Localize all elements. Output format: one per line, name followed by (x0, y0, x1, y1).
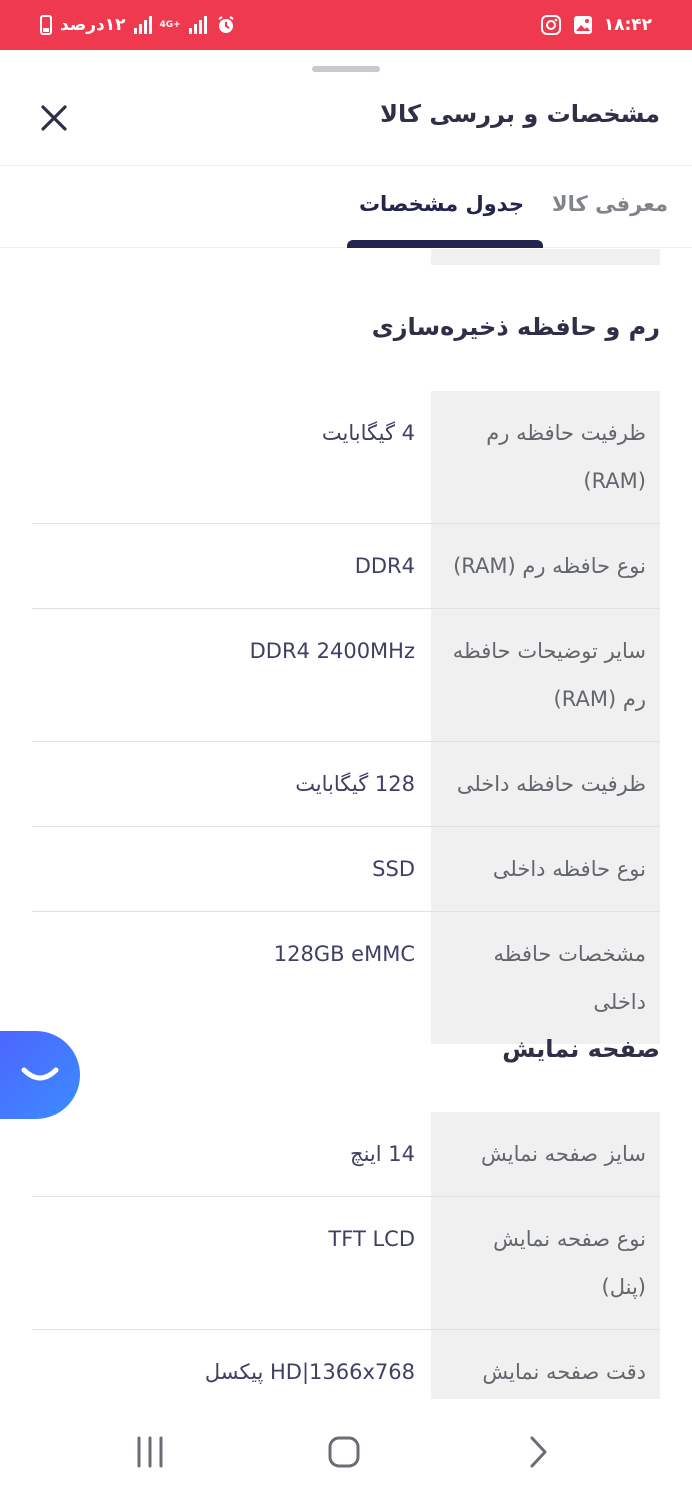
recents-icon (137, 1436, 163, 1468)
signal-icon (133, 16, 152, 34)
spec-key: ظرفیت حافظه رم (RAM) (431, 391, 660, 523)
gallery-icon (572, 14, 594, 36)
spec-value: TFT LCD (328, 1227, 415, 1251)
tab-product-intro[interactable]: معرفی کالا (552, 192, 668, 216)
spec-row: ظرفیت حافظه داخلی 128 گیگابایت (32, 742, 660, 827)
previous-table-cell (431, 249, 660, 265)
spec-row: نوع حافظه داخلی SSD (32, 827, 660, 912)
signal-icon-2 (188, 16, 207, 34)
tab-bar: معرفی کالا جدول مشخصات (0, 166, 692, 248)
system-nav-bar (0, 1400, 692, 1500)
spec-row: مشخصات حافظه داخلی 128GB eMMC (32, 912, 660, 1044)
spec-value: 14 اینچ (350, 1142, 415, 1166)
network-type: 4G+ (159, 19, 181, 30)
spec-value: 4 گیگابایت (321, 421, 415, 445)
spec-row: دقت صفحه نمایش HD|1366x768 پیکسل (32, 1330, 660, 1399)
spec-key: دقت صفحه نمایش (431, 1330, 660, 1399)
active-tab-indicator (347, 240, 543, 248)
spec-key: مشخصات حافظه داخلی (431, 912, 660, 1044)
spec-table-memory: ظرفیت حافظه رم (RAM) 4 گیگابایت نوع حافظ… (32, 391, 660, 1044)
back-icon (530, 1436, 547, 1468)
spec-table-display: سایز صفحه نمایش 14 اینچ نوع صفحه نمایش (… (32, 1112, 660, 1399)
section-title-display: صفحه نمایش (502, 1035, 660, 1063)
spec-value: DDR4 (354, 554, 415, 578)
spec-key: سایر توضیحات حافظه رم (RAM) (431, 609, 660, 741)
spec-value: DDR4 2400MHz (249, 639, 415, 663)
status-right: ۱۸:۴۲ (540, 12, 652, 38)
sheet-title: مشخصات و بررسی کالا (380, 100, 660, 128)
sheet-drag-handle[interactable] (312, 66, 380, 72)
specs-content[interactable]: رم و حافظه ذخیره‌سازی ظرفیت حافظه رم (RA… (0, 249, 692, 1399)
spec-key: سایز صفحه نمایش (431, 1112, 660, 1196)
spec-row: نوع صفحه نمایش (پنل) TFT LCD (32, 1197, 660, 1330)
home-icon (328, 1436, 360, 1468)
spec-key: نوع صفحه نمایش (پنل) (431, 1197, 660, 1329)
close-icon (41, 105, 67, 131)
tab-specs-table[interactable]: جدول مشخصات (359, 192, 524, 216)
instagram-icon (540, 14, 562, 36)
spec-row: ظرفیت حافظه رم (RAM) 4 گیگابایت (32, 391, 660, 524)
spec-key: نوع حافظه رم (RAM) (431, 524, 660, 608)
recents-button[interactable] (128, 1432, 172, 1472)
spec-key: نوع حافظه داخلی (431, 827, 660, 911)
section-title-memory: رم و حافظه ذخیره‌سازی (371, 313, 660, 341)
spec-row: نوع حافظه رم (RAM) DDR4 (32, 524, 660, 609)
spec-key: ظرفیت حافظه داخلی (431, 742, 660, 826)
spec-row: سایر توضیحات حافظه رم (RAM) DDR4 2400MHz (32, 609, 660, 742)
battery-text: ۱۲درصد (60, 15, 126, 35)
back-button[interactable] (516, 1432, 560, 1472)
spec-value: 128GB eMMC (273, 942, 415, 966)
close-button[interactable] (36, 100, 72, 136)
battery-icon (40, 15, 52, 35)
alarm-icon (215, 14, 237, 36)
home-button[interactable] (322, 1432, 366, 1472)
spec-row: سایز صفحه نمایش 14 اینچ (32, 1112, 660, 1197)
status-bar: ۱۲درصد 4G+ ۱۸:۴۲ (0, 0, 692, 50)
status-left: ۱۲درصد 4G+ (40, 12, 237, 38)
spec-value: SSD (372, 857, 415, 881)
spec-value: 128 گیگابایت (295, 772, 415, 796)
clock: ۱۸:۴۲ (603, 15, 652, 35)
chat-smile-icon (21, 1067, 59, 1081)
spec-value: HD|1366x768 پیکسل (204, 1360, 415, 1384)
sheet-header: مشخصات و بررسی کالا (0, 82, 692, 166)
